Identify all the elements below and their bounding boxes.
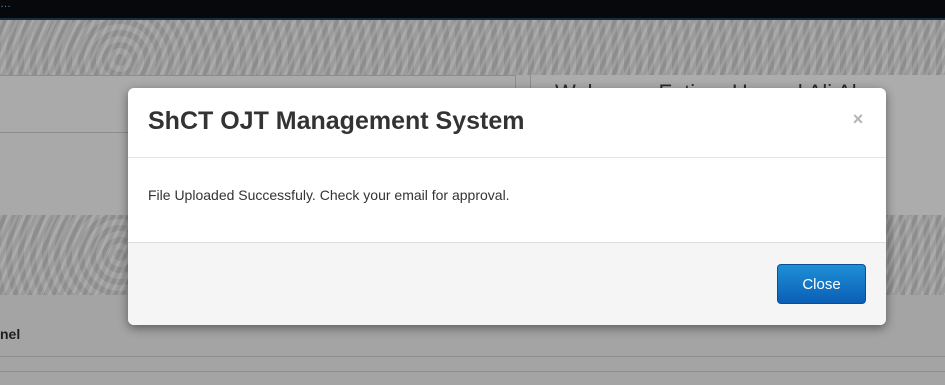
close-button[interactable]: Close: [777, 264, 866, 304]
close-icon[interactable]: ×: [845, 107, 871, 133]
modal-body: File Uploaded Successfuly. Check your em…: [128, 158, 886, 242]
modal-header: ShCT OJT Management System ×: [128, 88, 886, 158]
modal-footer: Close: [128, 242, 886, 325]
divider: [0, 356, 945, 357]
decorative-pattern-band: [0, 20, 945, 75]
navbar-brand[interactable]: …: [0, 0, 11, 10]
top-navbar: …: [0, 0, 945, 20]
divider: [0, 371, 945, 372]
modal-dialog: ShCT OJT Management System × File Upload…: [128, 88, 886, 325]
panel-heading: nel: [0, 326, 21, 342]
modal-message: File Uploaded Successfuly. Check your em…: [148, 187, 510, 203]
modal-title: ShCT OJT Management System: [148, 107, 525, 135]
